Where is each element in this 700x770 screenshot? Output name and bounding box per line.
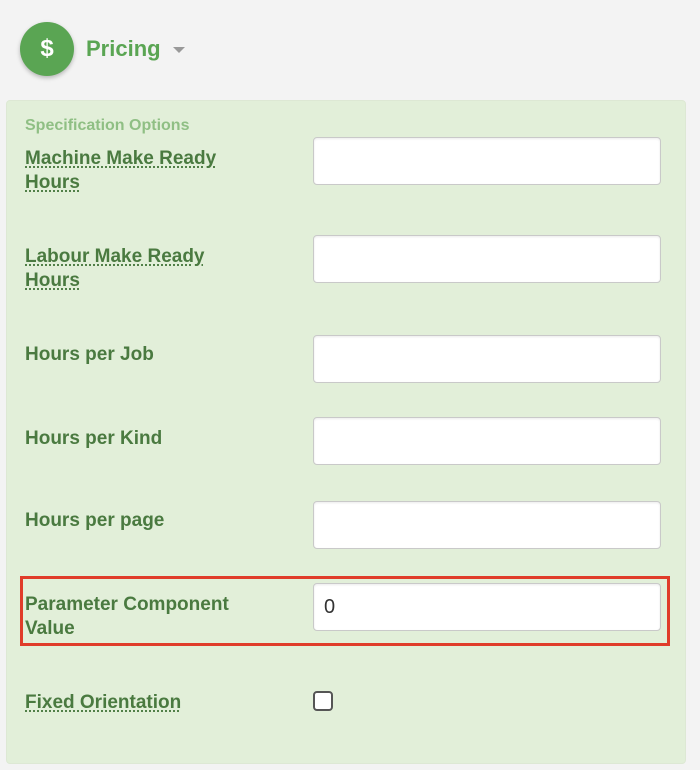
chevron-down-icon[interactable] <box>172 47 185 53</box>
fixed-orientation-label-text: Fixed Orientation <box>25 692 182 713</box>
hours-per-kind-label: Hours per Kind <box>25 428 163 449</box>
fixed-orientation-checkbox[interactable] <box>313 691 333 711</box>
hours-per-job-input[interactable] <box>313 335 661 383</box>
labour-make-ready-label-text: Labour Make Ready Hours <box>25 246 205 291</box>
fixed-orientation-label: Fixed Orientation <box>25 691 260 715</box>
dollar-icon: $ <box>20 22 74 76</box>
pricing-header[interactable]: $ Pricing <box>20 22 185 76</box>
labour-make-ready-input[interactable] <box>313 235 661 283</box>
specification-options-panel: Specification Options Machine Make Ready… <box>6 100 686 764</box>
labour-make-ready-label: Labour Make Ready Hours <box>25 245 260 293</box>
machine-make-ready-label-text: Machine Make Ready Hours <box>25 148 217 193</box>
hours-per-page-input[interactable] <box>313 501 661 549</box>
pricing-title[interactable]: Pricing <box>86 36 161 62</box>
hours-per-job-label: Hours per Job <box>25 344 154 365</box>
hours-per-kind-input[interactable] <box>313 417 661 465</box>
parameter-component-input[interactable] <box>313 583 661 631</box>
parameter-component-label: Parameter Component Value <box>25 594 229 639</box>
machine-make-ready-label: Machine Make Ready Hours <box>25 147 260 195</box>
section-label: Specification Options <box>25 117 190 134</box>
machine-make-ready-input[interactable] <box>313 137 661 185</box>
hours-per-page-label: Hours per page <box>25 510 165 531</box>
